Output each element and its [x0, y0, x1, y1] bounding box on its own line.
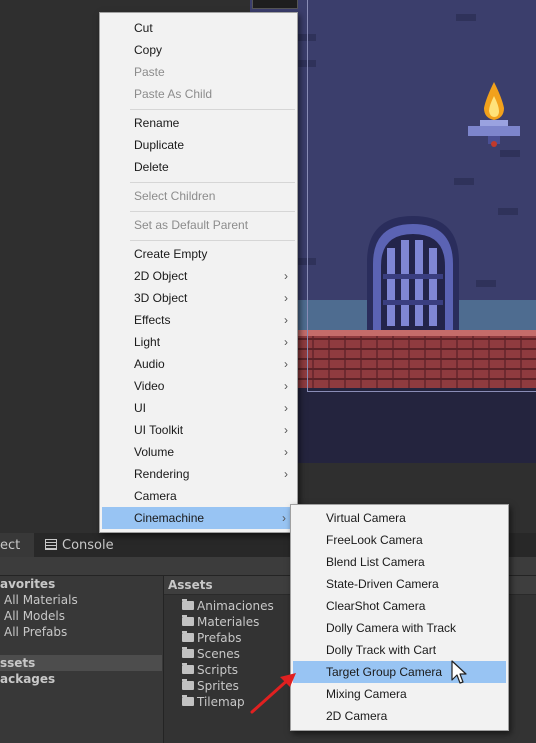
folder-icon [182, 615, 194, 626]
chevron-right-icon: › [284, 445, 288, 459]
folder-item[interactable]: Sprites [182, 678, 239, 694]
chevron-right-icon: › [284, 423, 288, 437]
submenu-item-freelook-camera[interactable]: FreeLook Camera [291, 529, 508, 551]
folder-icon [182, 679, 194, 690]
folder-icon [182, 599, 194, 610]
menu-item-create-empty[interactable]: Create Empty [100, 243, 297, 265]
tree-favorites-header[interactable]: avorites [0, 576, 55, 592]
menu-item-duplicate[interactable]: Duplicate [100, 134, 297, 156]
menu-item-3d-object[interactable]: 3D Object › [100, 287, 297, 309]
menu-item-label: UI Toolkit [134, 423, 184, 437]
tab-project[interactable]: ect [0, 533, 34, 557]
menu-separator [130, 109, 295, 110]
chevron-right-icon: › [282, 511, 286, 525]
menu-item-camera[interactable]: Camera [100, 485, 297, 507]
tree-item-all-prefabs[interactable]: All Prefabs [4, 624, 67, 640]
submenu-item-target-group-camera[interactable]: Target Group Camera [293, 661, 506, 683]
folder-label: Animaciones [197, 599, 274, 613]
folder-icon [182, 695, 194, 706]
tree-item-all-materials[interactable]: All Materials [4, 592, 78, 608]
submenu-item-clearshot-camera[interactable]: ClearShot Camera [291, 595, 508, 617]
folder-item[interactable]: Scripts [182, 662, 238, 678]
hierarchy-context-menu: Cut Copy Paste Paste As Child Rename Dup… [99, 12, 298, 533]
submenu-item-2d-camera[interactable]: 2D Camera [291, 705, 508, 727]
menu-item-cinemachine[interactable]: Cinemachine › [102, 507, 295, 529]
mouse-pointer-icon [451, 660, 467, 684]
menu-item-cut[interactable]: Cut [100, 17, 297, 39]
menu-item-audio[interactable]: Audio › [100, 353, 297, 375]
chevron-right-icon: › [284, 291, 288, 305]
tree-item-all-models[interactable]: All Models [4, 608, 65, 624]
submenu-item-blend-list-camera[interactable]: Blend List Camera [291, 551, 508, 573]
folder-label: Materiales [197, 615, 260, 629]
chevron-right-icon: › [284, 401, 288, 415]
folder-item[interactable]: Tilemap [182, 694, 245, 710]
console-icon [45, 539, 57, 550]
menu-separator [130, 240, 295, 241]
tab-project-label: ect [0, 538, 21, 553]
folder-item[interactable]: Scenes [182, 646, 240, 662]
menu-item-ui-toolkit[interactable]: UI Toolkit › [100, 419, 297, 441]
menu-item-label: Audio [134, 357, 165, 371]
submenu-item-dolly-camera-with-track[interactable]: Dolly Camera with Track [291, 617, 508, 639]
scene-gizmo-icon[interactable] [252, 0, 298, 9]
chevron-right-icon: › [284, 379, 288, 393]
chevron-right-icon: › [284, 335, 288, 349]
menu-item-select-children: Select Children [134, 189, 216, 203]
menu-item-label: Effects [134, 313, 171, 327]
menu-item-label: 2D Object [134, 269, 188, 283]
menu-item-paste-as-child: Paste As Child [134, 87, 213, 101]
tree-item-assets-label: ssets [0, 656, 36, 670]
menu-item-volume[interactable]: Volume › [100, 441, 297, 463]
folder-label: Tilemap [197, 695, 245, 709]
menu-item-label: Rendering [134, 467, 190, 481]
menu-separator [130, 211, 295, 212]
menu-item-label: Volume [134, 445, 175, 459]
tree-item-packages[interactable]: ackages [0, 671, 55, 687]
submenu-item-dolly-track-with-cart[interactable]: Dolly Track with Cart [291, 639, 508, 661]
submenu-item-state-driven-camera[interactable]: State-Driven Camera [291, 573, 508, 595]
menu-item-delete[interactable]: Delete [100, 156, 297, 178]
menu-item-rendering[interactable]: Rendering › [100, 463, 297, 485]
menu-item-label: 3D Object [134, 291, 188, 305]
menu-item-copy[interactable]: Copy [100, 39, 297, 61]
menu-item-2d-object[interactable]: 2D Object › [100, 265, 297, 287]
menu-item-rename[interactable]: Rename [100, 112, 297, 134]
folder-icon [182, 631, 194, 642]
menu-item-ui[interactable]: UI › [100, 397, 297, 419]
tab-console[interactable]: Console [40, 533, 120, 557]
chevron-right-icon: › [284, 269, 288, 283]
menu-item-set-default-parent: Set as Default Parent [134, 218, 249, 232]
menu-item-paste: Paste [134, 65, 165, 79]
menu-item-light[interactable]: Light › [100, 331, 297, 353]
chevron-right-icon: › [284, 467, 288, 481]
menu-item-label: UI [134, 401, 146, 415]
folder-item[interactable]: Animaciones [182, 598, 274, 614]
folder-label: Scripts [197, 663, 239, 677]
menu-item-label: Cinemachine [134, 511, 205, 525]
folder-label: Prefabs [197, 631, 242, 645]
submenu-item-virtual-camera[interactable]: Virtual Camera [291, 507, 508, 529]
tab-console-label: Console [62, 538, 114, 553]
submenu-item-mixing-camera[interactable]: Mixing Camera [291, 683, 508, 705]
folder-item[interactable]: Materiales [182, 614, 259, 630]
assets-title[interactable]: Assets [168, 576, 213, 595]
chevron-right-icon: › [284, 313, 288, 327]
menu-item-video[interactable]: Video › [100, 375, 297, 397]
tree-item-assets-selected[interactable]: ssets [0, 655, 162, 671]
cinemachine-submenu: Virtual Camera FreeLook Camera Blend Lis… [290, 504, 509, 731]
camera-frame-outline [307, 0, 536, 392]
folder-label: Scenes [197, 647, 240, 661]
menu-item-label: Light [134, 335, 161, 349]
chevron-right-icon: › [284, 357, 288, 371]
folder-icon [182, 647, 194, 658]
folder-label: Sprites [197, 679, 239, 693]
menu-separator [130, 182, 295, 183]
annotation-arrow-icon [250, 673, 296, 714]
menu-item-label: Video [134, 379, 165, 393]
folder-item[interactable]: Prefabs [182, 630, 242, 646]
menu-item-effects[interactable]: Effects › [100, 309, 297, 331]
folder-icon [182, 663, 194, 674]
